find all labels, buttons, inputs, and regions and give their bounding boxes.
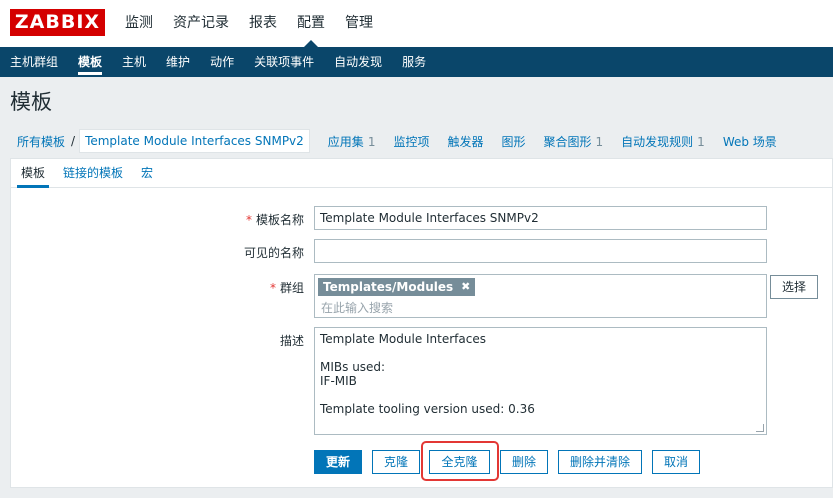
form-tab-template[interactable]: 模板 [16, 159, 50, 188]
sub-menu-item-services[interactable]: 服务 [402, 47, 426, 77]
template-name-label: * 模板名称 [245, 213, 304, 227]
main-menu-item-configuration[interactable]: 配置 [297, 0, 325, 47]
delete-and-clear-button[interactable]: 删除并清除 [558, 450, 642, 474]
form-tabs: 模板 链接的模板 宏 [11, 159, 832, 188]
sub-menu-item-correlation[interactable]: 关联项事件 [254, 47, 314, 77]
remove-chip-icon[interactable]: ✖ [461, 278, 470, 296]
main-menu-item-administration[interactable]: 管理 [345, 0, 373, 47]
required-marker: * [269, 281, 276, 295]
template-form-panel: 模板 链接的模板 宏 * 模板名称 Template Module Interfa… [10, 158, 833, 488]
group-chip: Templates/Modules ✖ [318, 278, 476, 296]
breadcrumb-separator: / [71, 134, 76, 148]
groups-multiselect[interactable]: Templates/Modules ✖ 在此输入搜索 [314, 274, 767, 318]
delete-button[interactable]: 删除 [500, 450, 548, 474]
tab-count: 1 [595, 134, 604, 149]
sub-menu-item-discovery[interactable]: 自动发现 [334, 47, 382, 77]
tab-items[interactable]: 监控项 [393, 133, 429, 150]
required-marker: * [245, 213, 252, 227]
breadcrumb-all-templates[interactable]: 所有模板 [17, 133, 65, 150]
description-label: 描述 [279, 334, 304, 348]
tab-applications[interactable]: 应用集 1 [328, 133, 376, 150]
visible-name-label: 可见的名称 [243, 246, 304, 260]
full-clone-highlight [421, 441, 499, 481]
tab-screens[interactable]: 聚合图形 1 [544, 133, 604, 150]
select-groups-button[interactable]: 选择 [770, 275, 818, 299]
clone-button[interactable]: 克隆 [372, 450, 420, 474]
tab-count: 1 [367, 134, 376, 149]
page-title: 模板 [10, 90, 52, 114]
main-menu-item-inventory[interactable]: 资产记录 [173, 0, 229, 47]
breadcrumb-current-template[interactable]: Template Module Interfaces SNMPv2 [79, 129, 310, 153]
update-button[interactable]: 更新 [314, 450, 362, 474]
template-name-input[interactable]: Template Module Interfaces SNMPv2 [314, 206, 767, 230]
tab-web-scenarios[interactable]: Web 场景 [723, 133, 777, 150]
tab-discovery-rules[interactable]: 自动发现规则 1 [621, 133, 705, 150]
tab-graphs[interactable]: 图形 [501, 133, 525, 150]
breadcrumb: 所有模板 / Template Module Interfaces SNMPv2… [10, 126, 830, 156]
top-bar: ZABBIX 监测 资产记录 报表 配置 管理 [0, 0, 833, 47]
description-textarea[interactable]: Template Module Interfaces MIBs used: IF… [314, 327, 767, 435]
zabbix-logo[interactable]: ZABBIX [10, 9, 105, 36]
visible-name-input[interactable] [314, 239, 767, 263]
tab-triggers[interactable]: 触发器 [447, 133, 483, 150]
sub-menu-item-templates[interactable]: 模板 [78, 47, 103, 77]
form-tab-macros[interactable]: 宏 [141, 159, 153, 187]
groups-search-placeholder[interactable]: 在此输入搜索 [321, 299, 393, 316]
sub-menu: 主机群组 模板 主机 维护 动作 关联项事件 自动发现 服务 [0, 47, 833, 77]
sub-menu-item-hosts[interactable]: 主机 [122, 47, 146, 77]
sub-menu-item-maintenance[interactable]: 维护 [166, 47, 190, 77]
sub-menu-item-host-groups[interactable]: 主机群组 [10, 47, 58, 77]
group-chip-label: Templates/Modules [323, 280, 454, 294]
groups-label: * 群组 [269, 281, 304, 295]
form-tab-linked-templates[interactable]: 链接的模板 [63, 159, 123, 187]
main-menu-item-reports[interactable]: 报表 [249, 0, 277, 47]
resize-handle-icon[interactable] [756, 424, 764, 432]
sub-menu-item-actions[interactable]: 动作 [210, 47, 234, 77]
main-menu-item-monitoring[interactable]: 监测 [125, 0, 153, 47]
description-text: Template Module Interfaces MIBs used: IF… [320, 332, 535, 416]
cancel-button[interactable]: 取消 [652, 450, 700, 474]
main-menu: 监测 资产记录 报表 配置 管理 [125, 0, 393, 47]
tab-count: 1 [697, 134, 705, 149]
